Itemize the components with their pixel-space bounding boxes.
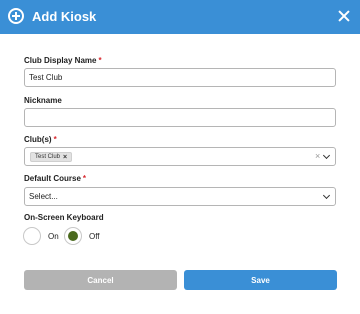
default-course-label: Default Course * xyxy=(24,174,86,183)
club-display-name-label-text: Club Display Name xyxy=(24,56,97,65)
clear-selection-icon[interactable]: × xyxy=(315,151,320,161)
default-course-value: Select... xyxy=(29,192,58,201)
clubs-label-text: Club(s) xyxy=(24,135,52,144)
close-icon[interactable] xyxy=(337,9,351,23)
club-display-name-input[interactable]: Test Club xyxy=(24,68,336,87)
club-display-name-label: Club Display Name * xyxy=(24,56,102,65)
chip-remove-icon[interactable]: × xyxy=(63,154,67,161)
keyboard-on-radio[interactable] xyxy=(23,227,41,245)
required-mark: * xyxy=(53,135,57,144)
required-mark: * xyxy=(82,174,87,183)
dialog-header: Add Kiosk xyxy=(0,0,360,34)
keyboard-on-label: On xyxy=(48,232,59,241)
keyboard-off-label: Off xyxy=(89,232,100,241)
required-mark: * xyxy=(98,56,102,65)
default-course-select[interactable]: Select... xyxy=(24,187,336,206)
club-chip: Test Club × xyxy=(30,152,73,162)
save-button[interactable]: Save xyxy=(184,270,337,290)
on-screen-keyboard-label: On-Screen Keyboard xyxy=(24,213,104,222)
club-display-name-value: Test Club xyxy=(29,73,63,82)
radio-selected-dot xyxy=(68,231,78,241)
nickname-label: Nickname xyxy=(24,96,62,105)
club-chip-label: Test Club xyxy=(35,154,61,160)
plus-circle-icon xyxy=(8,8,24,24)
clubs-label: Club(s) * xyxy=(24,135,57,144)
default-course-label-text: Default Course xyxy=(24,174,81,183)
keyboard-off-radio[interactable] xyxy=(64,227,82,245)
cancel-button[interactable]: Cancel xyxy=(24,270,177,290)
dialog-title: Add Kiosk xyxy=(32,9,97,24)
nickname-input[interactable] xyxy=(24,108,336,127)
